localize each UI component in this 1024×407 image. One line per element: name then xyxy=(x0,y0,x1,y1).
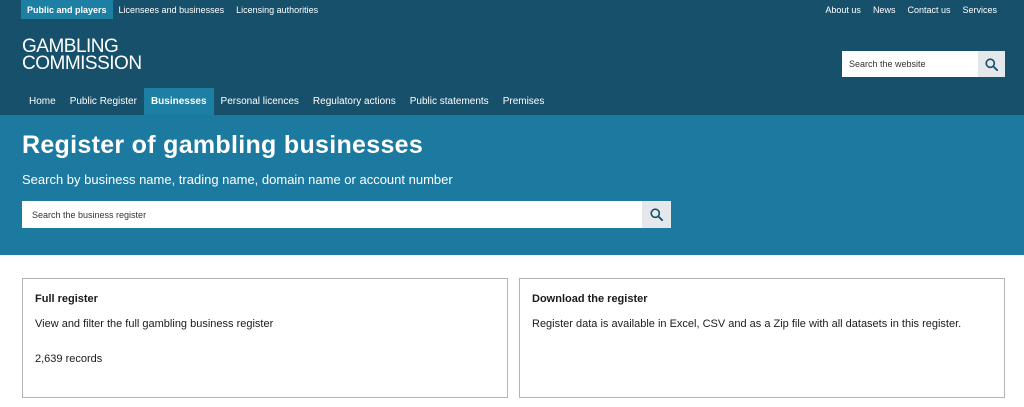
full-register-description: View and filter the full gambling busine… xyxy=(35,318,274,330)
utility-bar: Public and players Licensees and busines… xyxy=(0,0,1024,19)
audience-link-public-and-players[interactable]: Public and players xyxy=(21,0,113,19)
nav-personal-licences[interactable]: Personal licences xyxy=(214,88,306,115)
logo-line-2: COMMISSION xyxy=(22,53,142,74)
nav-regulatory-actions[interactable]: Regulatory actions xyxy=(306,88,403,115)
register-search xyxy=(22,201,671,228)
nav-home[interactable]: Home xyxy=(22,88,63,115)
gambling-commission-logo[interactable]: GAMBLING COMMISSION xyxy=(22,37,142,74)
audience-link-licensing-authorities[interactable]: Licensing authorities xyxy=(230,0,324,19)
utility-link-services[interactable]: Services xyxy=(956,0,1003,19)
utility-link-news[interactable]: News xyxy=(867,0,902,19)
nav-businesses[interactable]: Businesses xyxy=(143,88,214,115)
download-register-title[interactable]: Download the register xyxy=(532,293,992,305)
records-count: 2,639 records xyxy=(35,353,103,365)
utility-link-about-us[interactable]: About us xyxy=(819,0,867,19)
download-register-description: Register data is available in Excel, CSV… xyxy=(532,318,962,330)
utility-link-contact-us[interactable]: Contact us xyxy=(901,0,956,19)
utility-links: About us News Contact us Services xyxy=(819,0,1003,19)
register-search-button[interactable] xyxy=(642,201,671,228)
nav-public-register[interactable]: Public Register xyxy=(63,88,144,115)
audience-link-licensees-and-businesses[interactable]: Licensees and businesses xyxy=(113,0,231,19)
site-search-button[interactable] xyxy=(978,51,1005,77)
search-icon xyxy=(650,208,663,221)
register-cards: Full register View and filter the full g… xyxy=(0,255,1024,407)
page-subtitle: Search by business name, trading name, d… xyxy=(22,172,453,187)
hero-banner: Register of gambling businesses Search b… xyxy=(0,115,1024,255)
full-register-title[interactable]: Full register xyxy=(35,293,495,305)
nav-public-statements[interactable]: Public statements xyxy=(403,88,496,115)
nav-premises[interactable]: Premises xyxy=(496,88,552,115)
register-search-input[interactable] xyxy=(22,201,642,228)
full-register-card[interactable]: Full register View and filter the full g… xyxy=(22,278,508,398)
site-header: GAMBLING COMMISSION xyxy=(0,19,1024,88)
main-navigation: Home Public Register Businesses Personal… xyxy=(0,88,1024,115)
search-icon xyxy=(985,57,998,71)
audience-links: Public and players Licensees and busines… xyxy=(21,0,324,19)
page-title: Register of gambling businesses xyxy=(22,131,424,159)
site-search xyxy=(842,51,1005,77)
download-register-card[interactable]: Download the register Register data is a… xyxy=(519,278,1005,398)
site-search-input[interactable] xyxy=(842,51,978,77)
